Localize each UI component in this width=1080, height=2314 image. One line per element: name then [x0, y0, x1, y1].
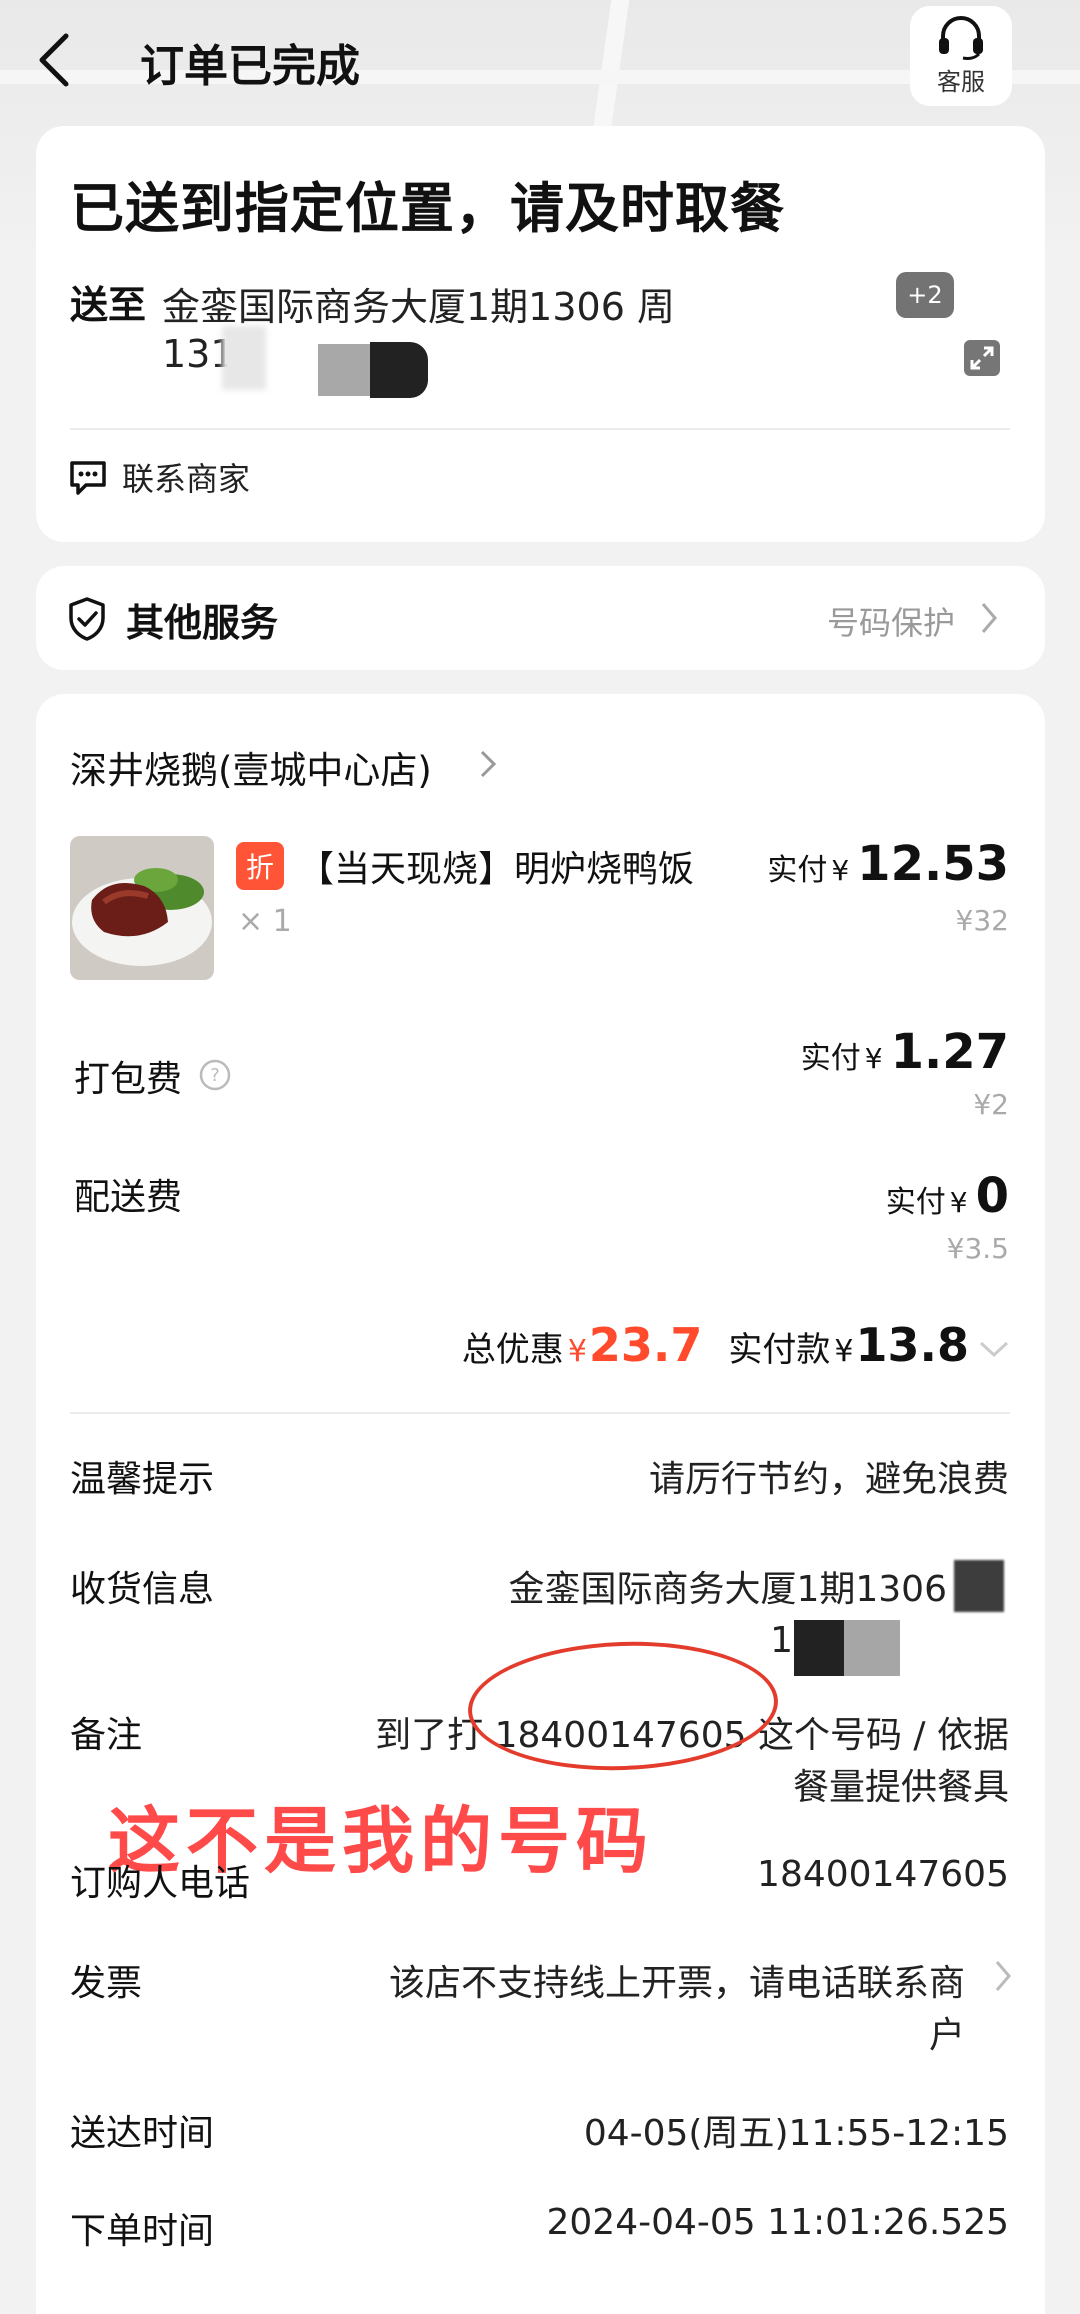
total-discount-label: 总优惠	[461, 1330, 564, 1370]
packing-original-price: ¥2	[973, 1088, 1009, 1121]
tip-label: 温馨提示	[70, 1459, 215, 1500]
delivery-paid-amount: 0	[975, 1168, 1009, 1224]
delivery-original-price: ¥3.5	[946, 1232, 1009, 1265]
address-line-1: 金銮国际商务大厦1期1306 周	[162, 285, 675, 329]
paid-label: 实付	[767, 853, 828, 888]
svg-text:?: ?	[210, 1065, 220, 1086]
tip-value: 请厉行节约，避免浪费	[648, 1459, 1009, 1500]
item-quantity: × 1	[238, 904, 292, 939]
currency-symbol: ¥	[567, 1334, 587, 1369]
chevron-right-icon	[981, 603, 997, 633]
receiver-line-2: 1	[770, 1620, 793, 1661]
packing-paid-row: 实付 ¥ 1.27	[801, 1024, 1009, 1080]
remark-line-2: 餐量提供餐具	[792, 1767, 1009, 1808]
customer-service-label: 客服	[937, 67, 985, 96]
delivery-paid-row: 实付 ¥ 0	[886, 1168, 1009, 1224]
chat-bubble-icon	[70, 461, 106, 495]
header: 订单已完成 客服	[0, 0, 1080, 120]
help-icon[interactable]: ?	[198, 1058, 232, 1092]
contact-merchant-button[interactable]: 联系商家	[66, 454, 250, 500]
currency-symbol: ¥	[831, 854, 850, 887]
item-paid-amount: 12.53	[857, 836, 1009, 892]
total-discount-amount: 23.7	[588, 1318, 703, 1372]
expand-icon[interactable]	[964, 340, 1000, 376]
headset-icon	[939, 15, 983, 60]
currency-symbol: ¥	[834, 1334, 854, 1369]
chevron-left-icon	[39, 33, 69, 87]
buyer-phone-value: 18400147605	[757, 1854, 1009, 1895]
order-summary-toggle[interactable]: 总优惠 ¥ 23.7 实付款 ¥ 13.8	[462, 1318, 1011, 1372]
divider	[70, 1412, 1010, 1414]
redaction-blur	[794, 1620, 844, 1676]
customer-service-button[interactable]: 客服	[910, 6, 1012, 106]
item-name: 【当天现烧】明炉烧鸭饭	[298, 849, 695, 890]
contact-merchant-label: 联系商家	[122, 460, 251, 498]
packing-paid-amount: 1.27	[890, 1024, 1009, 1080]
redaction-blur	[844, 1620, 900, 1676]
other-services-title: 其他服务	[126, 601, 279, 645]
chevron-right-icon	[480, 750, 497, 778]
remark-text-post: 这个号码 / 依据	[746, 1715, 1009, 1756]
arrival-time-label: 送达时间	[70, 2113, 215, 2154]
order-time-label: 下单时间	[70, 2211, 215, 2252]
address-label: 送至	[70, 283, 147, 327]
page-title: 订单已完成	[140, 41, 360, 92]
packing-fee-label: 打包费	[74, 1059, 183, 1100]
chevron-right-icon	[995, 1961, 1011, 1991]
redaction-blur	[318, 344, 374, 396]
back-button[interactable]	[28, 28, 88, 88]
item-paid-row: 实付 ¥ 12.53	[767, 836, 1009, 892]
delivery-fee-label: 配送费	[74, 1177, 183, 1218]
redaction-blur	[954, 1560, 1004, 1612]
paid-label: 实付	[800, 1041, 861, 1076]
order-time-value: 2024-04-05 11:01:26.525	[546, 2202, 1010, 2243]
more-items-badge[interactable]: +2	[896, 272, 954, 318]
paid-label: 实付	[885, 1185, 946, 1220]
receiver-label: 收货信息	[70, 1569, 215, 1610]
food-thumbnail[interactable]	[70, 836, 214, 980]
discount-tag: 折	[236, 842, 284, 890]
divider	[70, 428, 1010, 430]
currency-symbol: ¥	[949, 1186, 968, 1219]
arrival-time-value: 04-05(周五)11:55-12:15	[583, 2113, 1009, 2154]
chevron-down-icon	[979, 1341, 1009, 1358]
invoice-line-1[interactable]: 该店不支持线上开票，请电话联系商	[389, 1954, 965, 2006]
shop-name-link[interactable]: 深井烧鹅(壹城中心店)	[70, 740, 432, 794]
currency-symbol: ¥	[864, 1042, 883, 1075]
invoice-label: 发票	[70, 1963, 143, 2004]
remark-label: 备注	[70, 1715, 143, 1756]
receiver-line-1: 金銮国际商务大厦1期1306	[508, 1569, 947, 1610]
number-protection-link[interactable]: 号码保护	[827, 598, 955, 644]
item-original-price: ¥32	[955, 904, 1009, 937]
delivery-status-card: 已送到指定位置，请及时取餐 送至 金銮国际商务大厦1期1306 周 131 +2…	[36, 126, 1045, 542]
other-services-card[interactable]: 其他服务 号码保护	[36, 566, 1045, 670]
shield-check-icon	[69, 597, 105, 641]
total-paid-label: 实付款	[728, 1330, 831, 1370]
total-paid-amount: 13.8	[855, 1318, 970, 1372]
redaction-blur	[222, 326, 266, 390]
redaction-blur	[370, 342, 428, 398]
order-detail-card: 深井烧鹅(壹城中心店) 折 【当天现烧】明炉烧鸭饭 × 1 实付 ¥ 12.53…	[36, 694, 1045, 2314]
buyer-phone-label: 订购人电话	[70, 1863, 251, 1904]
delivery-status-title: 已送到指定位置，请及时取餐	[70, 177, 785, 240]
invoice-line-2: 户	[928, 2015, 965, 2056]
